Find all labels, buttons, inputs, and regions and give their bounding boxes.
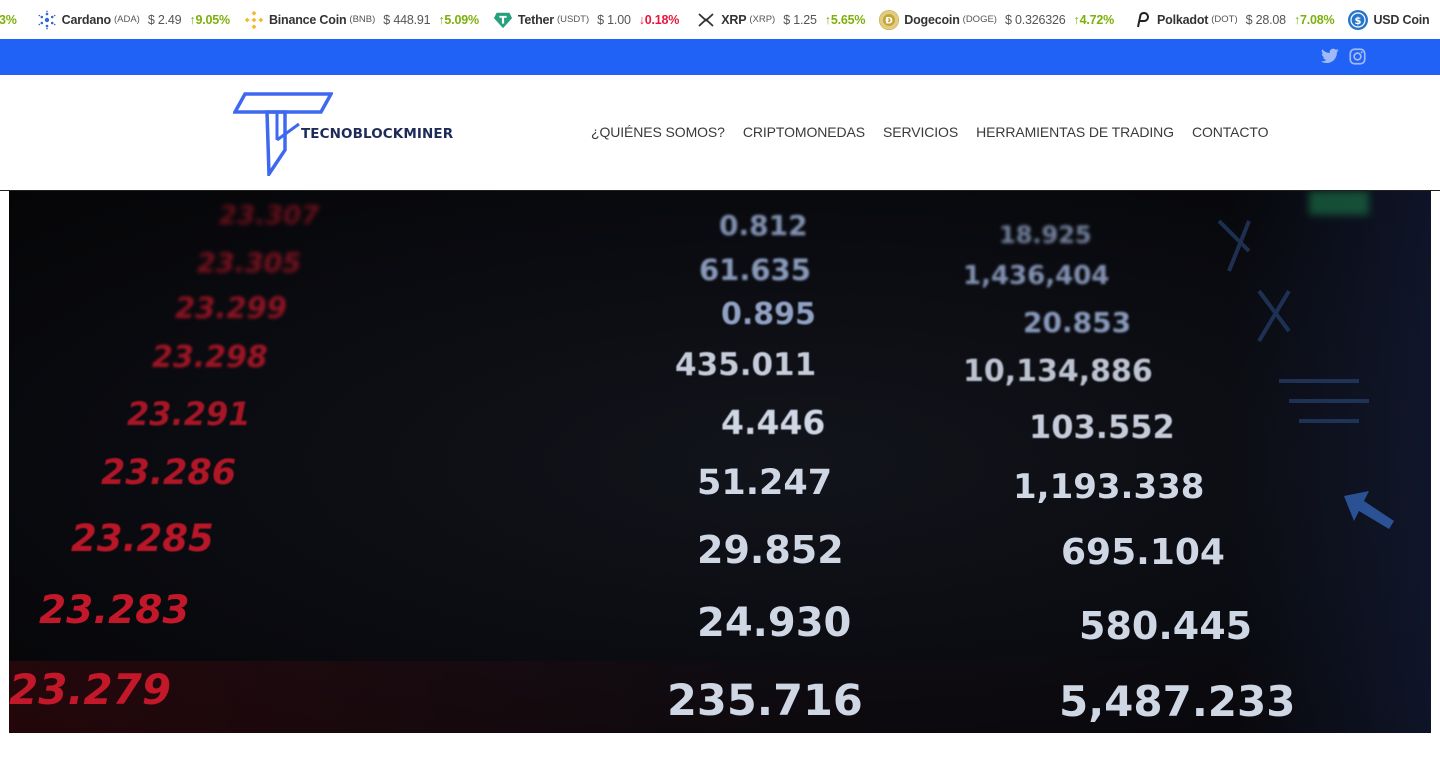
logo-text: TECNOBLOCKMINER: [301, 126, 454, 142]
svg-text:$: $: [1355, 15, 1362, 26]
red-number-1: 23.305: [197, 248, 302, 279]
coin-symbol: (DOT): [1211, 14, 1238, 25]
right-number-0: 18.925: [999, 221, 1092, 249]
coin-price: $ 1.25: [783, 12, 817, 27]
polkadot-icon: [1132, 10, 1152, 30]
coin-symbol: (ADA): [113, 14, 140, 25]
ticker-item-tether[interactable]: Tether (USDT) $ 1.00 ↓0.18%: [493, 0, 679, 39]
top-bar: [0, 39, 1440, 75]
coin-change: ↑7.08%: [1293, 12, 1335, 27]
red-number-7: 23.283: [39, 588, 190, 633]
coin-name: Polkadot: [1157, 12, 1209, 27]
coin-price: $ 28.08: [1245, 12, 1287, 27]
coin-change-value: 7.08%: [1300, 12, 1335, 27]
right-number-5: 1,193.338: [1013, 467, 1205, 507]
red-number-3: 23.298: [152, 340, 268, 375]
middle-number-0: 0.812: [719, 209, 808, 242]
right-number-2: 20.853: [1023, 306, 1132, 339]
ticker-item-xrp[interactable]: XRP (XRP) $ 1.25 ↑5.65%: [696, 0, 865, 39]
right-number-1: 1,436,404: [963, 261, 1110, 291]
coin-symbol: (BNB): [349, 14, 376, 25]
coin-change-value: 9.05%: [195, 12, 230, 27]
instagram-icon[interactable]: [1346, 45, 1368, 67]
red-number-2: 23.299: [175, 291, 287, 325]
coin-name: USD Coin: [1373, 12, 1430, 27]
binance-icon: [244, 10, 264, 30]
coin-change: ↑5.65%: [824, 12, 866, 27]
coin-price: $ 448.91: [383, 12, 431, 27]
coin-price: $ 1.00: [597, 12, 631, 27]
middle-number-6: 29.852: [697, 528, 844, 572]
right-number-6: 695.104: [1061, 532, 1225, 573]
nav-servicios[interactable]: SERVICIOS: [883, 124, 958, 140]
main-navigation: ¿QUIÉNES SOMOS? CRIPTOMONEDAS SERVICIOS …: [591, 124, 1286, 140]
usd-coin-icon: $: [1348, 9, 1369, 30]
coin-price: $ 2.49: [147, 12, 182, 27]
middle-number-1: 61.635: [699, 253, 811, 287]
coin-change: ↑9.05%: [189, 12, 230, 27]
right-number-7: 580.445: [1079, 604, 1253, 648]
coin-change: ↓0.18%: [638, 12, 680, 27]
middle-number-2: 0.895: [721, 297, 816, 332]
nav-quienes-somos[interactable]: ¿QUIÉNES SOMOS?: [591, 124, 725, 140]
ticker-item-polkadot[interactable]: Polkadot (DOT) $ 28.08 ↑7.08%: [1132, 0, 1335, 39]
coin-symbol: (USDT): [556, 14, 590, 25]
middle-number-3: 435.011: [675, 347, 817, 383]
coin-change-value: 4.72%: [1079, 12, 1115, 27]
red-number-8: 23.279: [9, 665, 172, 714]
coin-name: Binance Coin: [268, 12, 347, 27]
tether-icon: [493, 10, 513, 30]
nav-herramientas-de-trading[interactable]: HERRAMIENTAS DE TRADING: [976, 124, 1174, 140]
nav-contacto[interactable]: CONTACTO: [1192, 124, 1269, 140]
right-number-3: 10,134,886: [963, 354, 1153, 389]
coin-change: ↑4.72%: [1073, 12, 1115, 27]
nav-criptomonedas[interactable]: CRIPTOMONEDAS: [743, 124, 865, 140]
site-header: TECNOBLOCKMINER ¿QUIÉNES SOMOS? CRIPTOMO…: [0, 75, 1440, 191]
red-number-6: 23.285: [71, 517, 214, 560]
ticker-track: 3% Cardano (ADA) $ 2.49 ↑9.05% Binance C…: [0, 0, 1430, 39]
middle-number-8: 235.716: [667, 676, 863, 726]
hero-decorative-symbols-icon: [1217, 219, 1369, 423]
red-number-0: 23.307: [219, 201, 320, 231]
hero-decorative-arrow-icon: [1344, 491, 1394, 529]
coin-price: $ 0.326326: [1004, 12, 1066, 27]
dogecoin-icon: Ð: [879, 9, 900, 30]
ticker-item-cardano[interactable]: Cardano (ADA) $ 2.49 ↑9.05%: [37, 0, 230, 39]
coin-name: XRP: [721, 12, 747, 27]
middle-number-5: 51.247: [697, 463, 833, 503]
red-number-4: 23.291: [127, 395, 251, 433]
coin-name: Tether: [517, 12, 554, 27]
xrp-icon: [696, 10, 716, 30]
hero-stock-numbers-image: 23.307 23.305 23.299 23.298 23.291 23.286 23.2…: [9, 191, 1431, 733]
middle-number-7: 24.930: [697, 600, 852, 646]
right-number-8: 5,487.233: [1059, 677, 1296, 726]
coin-change-value: 5.65%: [830, 12, 866, 27]
ticker-item-usd-coin[interactable]: $ USD Coin: [1348, 0, 1430, 39]
right-number-4: 103.552: [1029, 408, 1175, 446]
ticker-item-partial[interactable]: 3%: [0, 0, 17, 39]
coin-symbol: (XRP): [749, 14, 776, 25]
coin-change-value: 5.09%: [444, 12, 479, 27]
twitter-icon[interactable]: [1319, 45, 1341, 67]
svg-text:Ð: Ð: [886, 16, 894, 26]
ticker-item-dogecoin[interactable]: Ð Dogecoin (DOGE) $ 0.326326 ↑4.72%: [879, 0, 1114, 39]
middle-number-4: 4.446: [721, 403, 826, 442]
coin-change-value: 0.18%: [644, 12, 680, 27]
coin-change: ↑5.09%: [438, 12, 479, 27]
crypto-price-ticker: 3% Cardano (ADA) $ 2.49 ↑9.05% Binance C…: [0, 0, 1440, 39]
coin-name: Cardano: [61, 12, 112, 27]
coin-name: Dogecoin: [904, 12, 960, 27]
red-number-5: 23.286: [101, 453, 237, 493]
site-logo[interactable]: TECNOBLOCKMINER: [232, 92, 463, 180]
cardano-icon: [37, 10, 57, 30]
ticker-change: 3%: [0, 12, 17, 27]
ticker-item-binance[interactable]: Binance Coin (BNB) $ 448.91 ↑5.09%: [244, 0, 479, 39]
coin-symbol: (DOGE): [962, 14, 997, 25]
